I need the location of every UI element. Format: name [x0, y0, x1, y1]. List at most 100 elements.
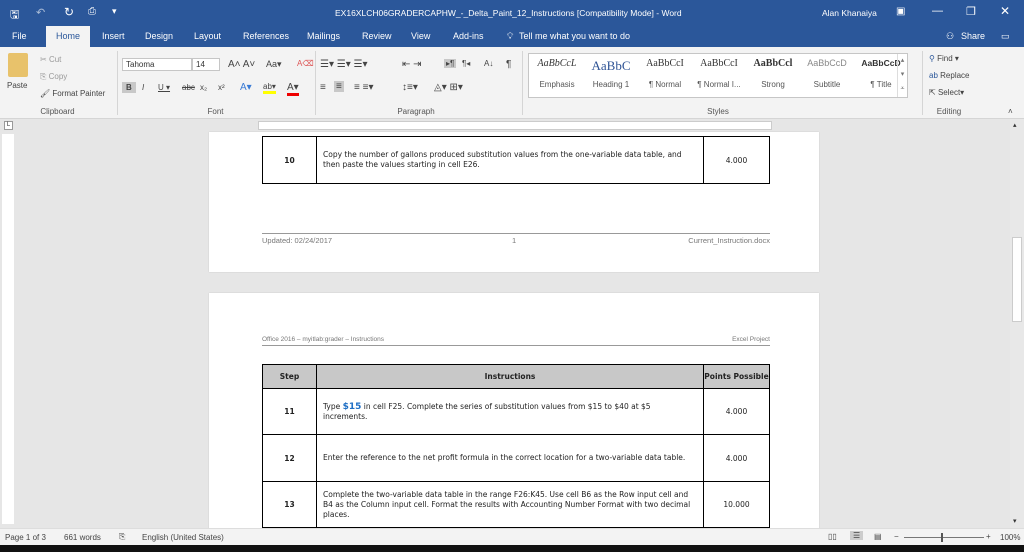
superscript-button[interactable]: x²: [218, 83, 225, 92]
ltr-icon[interactable]: ▸¶: [444, 59, 457, 68]
footer-filename: Current_Instruction.docx: [688, 236, 770, 245]
style-subtitle[interactable]: AaBbCcD Subtitle: [801, 58, 853, 89]
language[interactable]: English (United States): [142, 533, 224, 542]
shading-icon[interactable]: ◬▾ ⊞▾: [434, 82, 463, 93]
sort-icon[interactable]: A↓: [484, 59, 493, 68]
title-bar: 🖫 ↶ ↻ ⎙ ▾ EX16XLCH06GRADERCAPHW_-_Delta_…: [0, 0, 1024, 26]
styles-scroll[interactable]: ▴ ▾ ⩡: [897, 54, 907, 97]
tab-review[interactable]: Review: [362, 31, 392, 41]
zoom-slider[interactable]: [904, 537, 984, 538]
vertical-scrollbar[interactable]: ▴ ▾: [1010, 119, 1024, 528]
zoom-out-button[interactable]: −: [894, 532, 899, 541]
tab-file[interactable]: File: [12, 31, 27, 41]
align-right-icon[interactable]: ≡ ≡▾: [354, 82, 373, 93]
footer-rule: [262, 233, 770, 234]
align-center-icon[interactable]: ≡: [334, 81, 344, 92]
tab-selector[interactable]: L: [4, 121, 13, 130]
line-spacing-icon[interactable]: ↕≡▾: [402, 82, 418, 93]
replace-button[interactable]: ab Replace: [929, 71, 970, 80]
print-layout-icon[interactable]: ☰: [850, 531, 864, 540]
undo-icon[interactable]: ↶: [36, 6, 45, 19]
select-label: Select: [937, 88, 961, 97]
format-painter-button[interactable]: 🖌︎ Format Painter: [40, 89, 105, 98]
save-icon[interactable]: 🖫: [10, 6, 19, 25]
style-sample: AaBbC: [591, 58, 631, 73]
align-left-icon[interactable]: ≡: [320, 82, 326, 93]
vertical-ruler: [2, 134, 14, 524]
clipboard-group-label: Clipboard: [40, 107, 75, 116]
style-label: Heading 1: [592, 80, 630, 89]
customize-qat-icon[interactable]: ▾: [112, 6, 117, 17]
change-case-icon[interactable]: Aa▾: [266, 59, 282, 70]
bold-button[interactable]: B: [122, 82, 136, 93]
style-emphasis[interactable]: AaBbCcL Emphasis: [531, 58, 583, 89]
copy-button[interactable]: ⎘ Copy: [40, 72, 67, 82]
tab-design[interactable]: Design: [145, 31, 173, 41]
replace-icon: ab: [929, 71, 938, 80]
zoom-slider-thumb[interactable]: [941, 533, 943, 542]
ribbon-display-icon[interactable]: ▣: [896, 6, 905, 17]
highlight-icon[interactable]: ab▾: [263, 82, 276, 94]
show-marks-icon[interactable]: ¶: [506, 59, 511, 70]
touch-mode-icon[interactable]: ⎙: [88, 6, 96, 17]
font-color-icon[interactable]: A▾: [287, 82, 299, 96]
table-row: 11 Type $15 in cell F25. Complete the se…: [262, 388, 770, 435]
style-normal-indent[interactable]: AaBbCcI ¶ Normal I...: [693, 58, 745, 89]
zoom-level[interactable]: 100%: [1000, 533, 1020, 542]
comments-icon[interactable]: ▭: [1001, 31, 1010, 42]
text-effects-icon[interactable]: A▾: [240, 82, 252, 93]
horizontal-ruler[interactable]: L: [0, 119, 1010, 132]
italic-button[interactable]: I: [142, 83, 144, 92]
scroll-up-icon[interactable]: ▴: [1013, 121, 1017, 129]
style-sample: AaBbCcL: [537, 58, 577, 69]
style-normal[interactable]: AaBbCcI ¶ Normal: [639, 58, 691, 89]
select-button[interactable]: ⇱ Select▾: [929, 88, 964, 97]
read-mode-icon[interactable]: ▯▯: [828, 532, 837, 541]
close-icon[interactable]: ✕: [1000, 4, 1010, 18]
strikethrough-button[interactable]: abc: [182, 83, 195, 92]
cut-button[interactable]: ✂ Cut: [40, 55, 61, 64]
bullets-icon[interactable]: ☰▾ ☰▾ ☰▾: [320, 59, 368, 70]
zoom-in-button[interactable]: +: [986, 532, 991, 541]
page-2: Office 2016 – myitlab:grader – Instructi…: [209, 293, 819, 533]
style-sample: AaBbCcD: [807, 58, 847, 68]
font-size-select[interactable]: 14: [192, 58, 220, 71]
tab-add-ins[interactable]: Add-ins: [453, 31, 484, 41]
rtl-icon[interactable]: ¶◂: [462, 59, 470, 68]
scroll-down-icon[interactable]: ▾: [1013, 517, 1017, 525]
style-sample: AaBbCcI: [646, 58, 684, 69]
web-layout-icon[interactable]: ▤: [874, 532, 882, 541]
subscript-button[interactable]: x₂: [200, 83, 207, 92]
word-count[interactable]: 661 words: [64, 533, 101, 542]
indent-icons[interactable]: ⇤ ⇥: [402, 59, 422, 70]
highlight-value: $15: [342, 401, 362, 412]
font-name-select[interactable]: Tahoma: [122, 58, 192, 71]
instruction-text: in cell F25. Complete the series of subs…: [323, 401, 651, 421]
style-strong[interactable]: AaBbCcl Strong: [747, 58, 799, 89]
user-name[interactable]: Alan Khanaiya: [822, 8, 877, 18]
share-button[interactable]: Share: [961, 31, 985, 41]
collapse-ribbon-icon[interactable]: ˄: [1008, 107, 1013, 116]
grow-font-icon[interactable]: A˄ A˅: [228, 59, 255, 70]
tab-insert[interactable]: Insert: [102, 31, 125, 41]
tab-mailings[interactable]: Mailings: [307, 31, 340, 41]
tab-references[interactable]: References: [243, 31, 289, 41]
table-header-row: Step Instructions Points Possible: [262, 364, 770, 389]
paste-button[interactable]: Paste: [7, 81, 27, 90]
style-heading-1[interactable]: AaBbC Heading 1: [585, 58, 637, 89]
tab-layout[interactable]: Layout: [194, 31, 221, 41]
clear-formatting-icon[interactable]: A⌫: [297, 59, 314, 68]
tab-view[interactable]: View: [411, 31, 430, 41]
redo-icon[interactable]: ↻: [64, 5, 74, 19]
scrollbar-thumb[interactable]: [1012, 237, 1022, 322]
find-button[interactable]: ⚲ Find ▾: [929, 54, 959, 63]
restore-icon[interactable]: ❐: [966, 5, 976, 18]
minimize-icon[interactable]: —: [932, 5, 943, 17]
tell-me-search[interactable]: Tell me what you want to do: [519, 31, 630, 41]
proofing-icon[interactable]: ⎘: [119, 532, 125, 542]
paste-icon[interactable]: [8, 53, 28, 77]
underline-button[interactable]: U ▾: [158, 83, 170, 92]
ribbon-tabs: File Home Insert Design Layout Reference…: [0, 26, 1024, 47]
tab-home[interactable]: Home: [46, 26, 91, 47]
page-count[interactable]: Page 1 of 3: [5, 533, 46, 542]
